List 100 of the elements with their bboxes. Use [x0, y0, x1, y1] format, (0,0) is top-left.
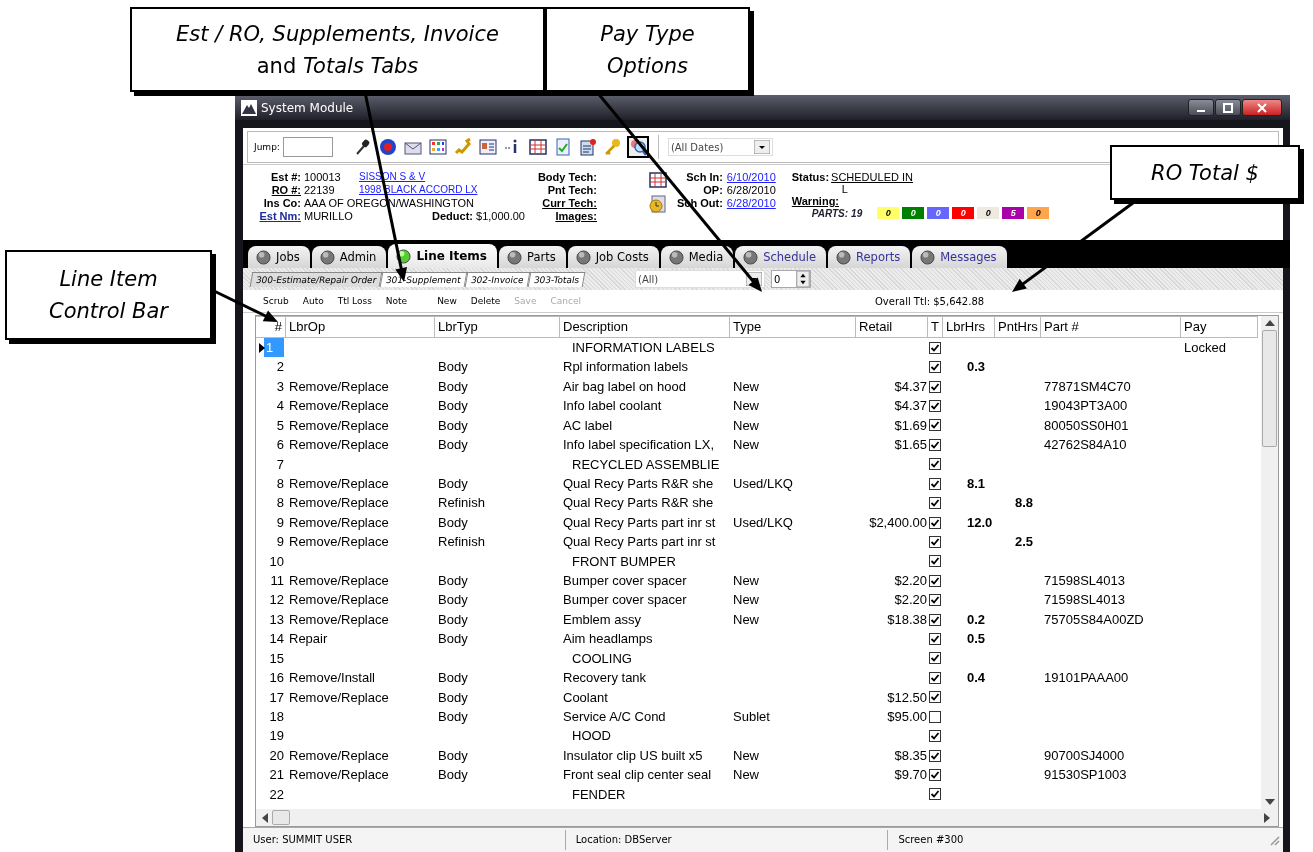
checkbox[interactable] — [929, 497, 941, 510]
calendar-icon[interactable] — [649, 171, 667, 189]
row-number[interactable]: 8 — [276, 473, 284, 494]
sub-tab[interactable]: 301-Supplement — [380, 271, 468, 287]
tech-label[interactable]: Curr Tech: — [542, 197, 597, 209]
checkbox[interactable] — [929, 730, 941, 743]
row-number[interactable]: 12 — [269, 590, 284, 610]
checkbox[interactable] — [929, 555, 941, 568]
control-bar-button[interactable]: New — [437, 296, 457, 306]
tab[interactable]: Media — [660, 246, 734, 268]
checkbox[interactable] — [929, 788, 941, 801]
checkbox[interactable] — [929, 710, 941, 723]
row-number[interactable]: 7 — [276, 454, 284, 474]
sub-tab[interactable]: 302-Invoice — [465, 271, 531, 287]
column-header[interactable]: LbrHrs — [943, 316, 995, 338]
row-number[interactable]: 5 — [276, 415, 284, 436]
status-value[interactable]: SCHEDULED IN — [831, 171, 913, 183]
warning-label[interactable]: Warning: — [791, 195, 840, 207]
checkbox[interactable] — [929, 400, 941, 412]
row-number[interactable]: 2 — [276, 357, 284, 377]
control-bar-button[interactable]: Ttl Loss — [337, 296, 372, 306]
close-button[interactable] — [1242, 99, 1282, 116]
row-number[interactable]: 20 — [269, 745, 284, 766]
row-number[interactable]: 4 — [276, 396, 284, 416]
horizontal-scrollbar[interactable] — [256, 809, 1278, 826]
tab[interactable]: Reports — [828, 246, 911, 268]
maximize-button[interactable] — [1215, 99, 1241, 116]
schedule-date[interactable]: 6/10/2010 — [726, 171, 776, 183]
date-filter-dropdown[interactable]: (All Dates) — [667, 138, 773, 156]
minimize-button[interactable] — [1188, 99, 1214, 116]
clock-icon[interactable] — [649, 195, 667, 213]
schedule-date[interactable]: 6/28/2010 — [726, 197, 776, 209]
tab[interactable]: Line Items — [388, 244, 497, 268]
filter-dropdown[interactable]: (All) — [635, 270, 765, 288]
checkbox[interactable] — [929, 594, 941, 607]
control-bar-button[interactable]: Note — [385, 296, 408, 306]
control-bar-button[interactable]: Scrub — [263, 296, 289, 306]
control-bar-button[interactable]: Auto — [302, 296, 324, 306]
checkbox[interactable] — [929, 652, 941, 665]
tab[interactable]: Messages — [912, 246, 1007, 268]
resize-grip-icon[interactable] — [1268, 834, 1280, 846]
checkbox[interactable] — [929, 361, 941, 374]
checkbox[interactable] — [929, 419, 941, 432]
column-header[interactable]: Description — [560, 316, 730, 338]
toolbar-button[interactable] — [526, 136, 549, 158]
checkbox[interactable] — [929, 458, 941, 471]
column-header[interactable]: Type — [730, 316, 856, 338]
row-number[interactable]: 16 — [269, 668, 284, 688]
checkbox[interactable] — [929, 341, 941, 354]
checkbox[interactable] — [929, 769, 941, 781]
row-number[interactable]: 9 — [276, 532, 284, 552]
scroll-thumb[interactable] — [1262, 330, 1277, 447]
row-number[interactable]: 22 — [269, 784, 284, 805]
column-header[interactable]: PntHrs — [995, 316, 1041, 338]
column-header[interactable]: T — [928, 316, 943, 338]
row-number[interactable]: 8 — [276, 493, 284, 513]
row-number[interactable]: 17 — [269, 687, 284, 708]
checkbox[interactable] — [929, 438, 941, 451]
checkbox[interactable] — [929, 633, 941, 646]
row-number[interactable]: 11 — [270, 571, 284, 591]
row-number[interactable]: 21 — [269, 765, 284, 785]
schedule-label: OP: — [702, 184, 723, 196]
row-number[interactable]: 19 — [269, 726, 284, 746]
checkbox[interactable] — [929, 535, 941, 548]
row-number[interactable]: 3 — [276, 376, 284, 397]
row-number[interactable]: 14 — [269, 629, 284, 649]
checkbox[interactable] — [929, 380, 941, 393]
row-number[interactable]: 6 — [276, 435, 284, 455]
column-header[interactable]: Part # — [1041, 316, 1181, 338]
tab[interactable]: Admin — [311, 246, 387, 268]
row-number[interactable]: 15 — [269, 648, 284, 669]
checkbox[interactable] — [929, 516, 941, 529]
column-header[interactable]: Pay — [1181, 316, 1258, 338]
number-spinner[interactable]: 0 — [771, 270, 811, 288]
column-header[interactable]: LbrTyp — [435, 316, 560, 338]
checkbox[interactable] — [929, 671, 941, 684]
column-header[interactable]: Retail — [856, 316, 928, 338]
scroll-thumb[interactable] — [272, 810, 290, 825]
checkbox[interactable] — [929, 613, 941, 626]
field-label[interactable]: Est Nm: — [251, 210, 301, 222]
jump-field[interactable] — [282, 137, 333, 157]
row-number[interactable]: 18 — [269, 707, 284, 727]
checkbox[interactable] — [929, 574, 941, 587]
tab[interactable]: Job Costs — [567, 246, 659, 268]
column-header[interactable]: LbrOp — [286, 316, 435, 338]
vertical-scrollbar[interactable] — [1261, 316, 1278, 809]
checkbox[interactable] — [929, 477, 941, 490]
row-number[interactable]: 10 — [269, 551, 284, 572]
tab[interactable]: Parts — [499, 246, 566, 268]
row-number[interactable]: 13 — [269, 609, 284, 630]
tab[interactable]: Jobs — [248, 246, 310, 268]
row-number[interactable]: 9 — [276, 512, 284, 533]
sub-tab[interactable]: 300-Estimate/Repair Order — [249, 271, 383, 287]
checkbox[interactable] — [929, 691, 941, 704]
control-bar-button[interactable]: Delete — [470, 296, 501, 306]
sub-tab[interactable]: 303-Totals — [527, 271, 586, 287]
table-cell: Refinish — [438, 495, 485, 511]
tab[interactable]: Schedule — [735, 246, 827, 268]
checkbox[interactable] — [929, 749, 941, 762]
tech-label[interactable]: Images: — [555, 210, 597, 222]
